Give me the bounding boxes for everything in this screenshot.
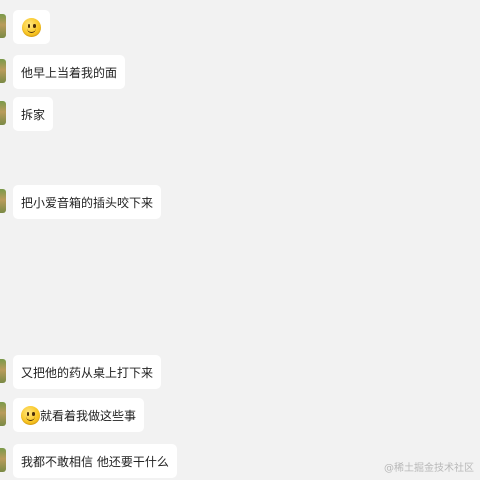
message-bubble[interactable]: 就看着我做这些事 bbox=[13, 398, 145, 432]
watermark: @稀土掘金技术社区 bbox=[384, 463, 474, 474]
sender-avatar[interactable] bbox=[0, 402, 6, 426]
message-text: 把小爱音箱的插头咬下来 bbox=[21, 195, 154, 210]
sender-avatar[interactable] bbox=[0, 189, 6, 213]
message-bubble[interactable]: 拆家 bbox=[13, 97, 54, 131]
message-text: 就看着我做这些事 bbox=[40, 408, 137, 423]
slightly-smiling-face-icon bbox=[21, 405, 40, 425]
message-text: 我都不敢相信 他还要干什么 bbox=[21, 454, 169, 469]
message-text: 又把他的药从桌上打下来 bbox=[21, 365, 154, 380]
message-bubble[interactable]: 把小爱音箱的插头咬下来 bbox=[13, 185, 162, 219]
sender-avatar[interactable] bbox=[0, 14, 6, 38]
slightly-smiling-face-icon bbox=[22, 17, 41, 37]
sender-avatar[interactable] bbox=[0, 448, 6, 472]
message-text: 他早上当着我的面 bbox=[21, 65, 118, 80]
sender-avatar[interactable] bbox=[0, 359, 6, 383]
message-bubble[interactable]: 他早上当着我的面 bbox=[13, 55, 126, 89]
message-bubble[interactable]: 又把他的药从桌上打下来 bbox=[13, 355, 162, 389]
message-bubble[interactable] bbox=[13, 10, 50, 44]
message-bubble[interactable]: 我都不敢相信 他还要干什么 bbox=[13, 444, 177, 478]
sender-avatar[interactable] bbox=[0, 101, 6, 125]
sender-avatar[interactable] bbox=[0, 59, 6, 83]
message-text: 拆家 bbox=[21, 107, 46, 122]
